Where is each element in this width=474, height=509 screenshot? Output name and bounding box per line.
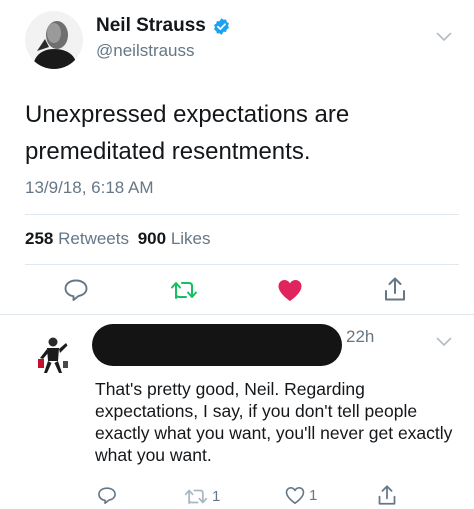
reply-timestamp[interactable]: 22h — [346, 327, 374, 347]
reply-icon — [64, 279, 88, 301]
like-button[interactable] — [277, 279, 303, 302]
retweets-stat[interactable]: 258 Retweets — [25, 229, 134, 248]
retweet-icon — [171, 282, 197, 299]
share-icon — [378, 485, 396, 505]
likes-label: Likes — [170, 229, 211, 248]
chevron-down-icon[interactable] — [436, 29, 452, 41]
reply-icon — [98, 487, 116, 504]
heart-icon — [278, 280, 302, 301]
retweets-label: Retweets — [58, 229, 129, 248]
author-handle[interactable]: @neilstrauss — [96, 41, 195, 61]
reply-avatar[interactable] — [30, 331, 76, 377]
author-name[interactable]: Neil Strauss — [96, 15, 231, 37]
reply-retweet-count: 1 — [212, 488, 221, 505]
share-button[interactable] — [383, 276, 407, 302]
reply-share-button[interactable] — [377, 484, 397, 506]
author-name-text[interactable]: Neil Strauss — [96, 15, 206, 37]
reply-retweet-button[interactable]: 1 — [184, 487, 220, 506]
retweet-icon — [184, 489, 208, 505]
heart-outline-icon — [285, 486, 305, 504]
reply-reply-button[interactable] — [97, 486, 117, 505]
divider — [0, 314, 474, 315]
redacted-name-bar — [92, 324, 342, 366]
divider — [25, 214, 459, 215]
divider — [25, 264, 459, 265]
reply-button[interactable] — [63, 278, 89, 302]
tweet-stats: 258 Retweets 900 Likes — [25, 229, 211, 249]
likes-stat[interactable]: 900 Likes — [138, 229, 211, 248]
retweets-count: 258 — [25, 229, 54, 248]
author-avatar[interactable] — [25, 11, 83, 69]
reply-like-button[interactable]: 1 — [285, 486, 317, 505]
share-icon — [385, 277, 405, 301]
verified-badge-icon — [212, 17, 231, 36]
likes-count: 900 — [137, 229, 167, 248]
tweet-text: Unexpressed expectations are premeditate… — [25, 101, 350, 165]
retweet-button[interactable] — [170, 279, 198, 301]
reply-text: That's pretty good, Neil. Regarding expe… — [95, 379, 453, 465]
tweet-timestamp[interactable]: 13/9/18, 6:18 AM — [25, 178, 154, 198]
reply-like-count: 1 — [309, 487, 318, 504]
chevron-down-icon[interactable] — [436, 334, 452, 346]
